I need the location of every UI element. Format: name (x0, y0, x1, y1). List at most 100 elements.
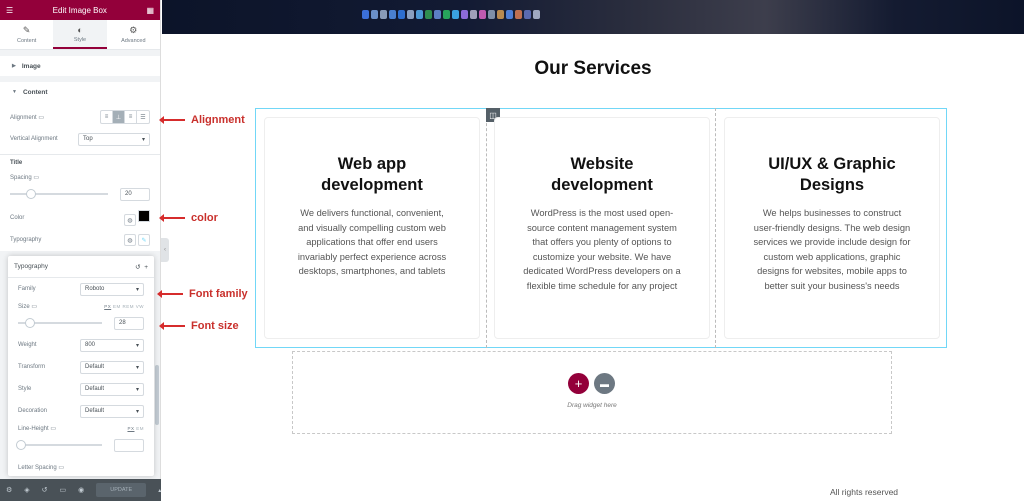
slider-handle[interactable] (25, 189, 36, 199)
align-right-icon[interactable]: ≡ (125, 111, 137, 123)
dock-app-icon (389, 10, 396, 19)
section-image[interactable]: ▶ Image (0, 56, 160, 76)
dock-app-icon (380, 10, 387, 19)
transform-select[interactable]: Default ▾ (80, 360, 144, 374)
tab-advanced[interactable]: ⚙ Advanced (107, 20, 160, 49)
weight-label: Weight (18, 342, 37, 348)
family-select[interactable]: Roboto ▾ (80, 282, 144, 296)
service-card[interactable]: Website development WordPress is the mos… (494, 117, 710, 339)
align-left-icon[interactable]: ≡ (101, 111, 113, 123)
plus-icon[interactable]: + (144, 264, 148, 271)
decoration-select[interactable]: Default ▾ (80, 404, 144, 418)
caret-right-icon: ▶ (12, 63, 16, 69)
reset-icon[interactable]: ↺ (135, 264, 140, 271)
hamburger-menu-icon[interactable]: ☰ (6, 6, 13, 15)
chevron-down-icon: ▾ (135, 364, 139, 371)
slider-handle[interactable] (16, 440, 26, 450)
line-height-control (16, 434, 144, 456)
tab-style[interactable]: ◐ Style (53, 20, 107, 49)
card-title: Web app development (321, 155, 423, 194)
tab-content[interactable]: ✎ Content (0, 20, 53, 49)
annotation-text: Alignment (191, 114, 245, 126)
unit-vw[interactable]: VW (136, 304, 144, 309)
dock-app-icon (470, 10, 477, 19)
annotation-font-size: Font size (159, 320, 239, 332)
unit-rem[interactable]: REM (122, 304, 134, 309)
globe-icon[interactable]: ◍ (124, 234, 136, 246)
section-label: Image (21, 62, 41, 70)
history-icon[interactable]: ↺ (42, 486, 48, 494)
style-select[interactable]: Default ▾ (80, 382, 144, 396)
widgets-grid-icon[interactable]: ▦ (146, 6, 154, 15)
tab-label: Content (17, 38, 37, 44)
unit-px[interactable]: PX (127, 426, 134, 431)
select-value: Default (85, 364, 105, 370)
chevron-down-icon: ▾ (141, 136, 145, 143)
slider-handle[interactable] (24, 318, 35, 328)
caret-down-icon: ▼ (12, 89, 17, 95)
update-label: UPDATE (110, 487, 133, 493)
size-slider[interactable] (18, 318, 102, 328)
spacing-control: 20 (10, 183, 150, 205)
service-card[interactable]: Web app development We delivers function… (264, 117, 480, 339)
card-text: WordPress is the most used open-source c… (523, 208, 681, 291)
unit-em[interactable]: EM (113, 304, 121, 309)
dock-app-icon (497, 10, 504, 19)
dock-app-icon (506, 10, 513, 19)
desktop-icon: ▭ (58, 464, 65, 471)
panel-footer: ⚙ ◈ ↺ ▭ ◉ UPDATE ▴ (0, 479, 161, 501)
alignment-label: Alignment (10, 114, 37, 121)
chevron-down-icon: ▾ (135, 286, 139, 293)
line-height-units: PX EM (127, 426, 144, 431)
align-justify-icon[interactable]: ☰ (137, 111, 149, 123)
pencil-icon: ✎ (22, 25, 31, 35)
line-height-input[interactable] (114, 438, 144, 452)
collapse-panel-toggle[interactable]: ‹ (161, 238, 169, 262)
update-options-caret-icon[interactable]: ▴ (158, 487, 161, 494)
add-section-plus-icon[interactable]: + (568, 373, 589, 394)
spacing-input[interactable]: 20 (120, 187, 150, 201)
popover-title: Typography (14, 263, 48, 270)
content-controls: Alignment ▭ ≡ ⊥ ≡ ☰ Vertical Alignment T… (0, 102, 160, 251)
card-title: UI/UX & Graphic Designs (768, 155, 896, 194)
weight-select[interactable]: 800 ▾ (80, 338, 144, 352)
red-arrow-icon (159, 116, 185, 124)
style-control: Style Default ▾ (18, 378, 144, 400)
card-text: We helps businesses to construct user-fr… (753, 208, 911, 291)
settings-gear-icon[interactable]: ⚙ (6, 486, 12, 494)
red-arrow-icon (157, 290, 183, 298)
service-card[interactable]: UI/UX & Graphic Designs We helps busines… (724, 117, 940, 339)
card-title: Website development (551, 155, 653, 194)
select-value: 800 (85, 342, 96, 348)
color-label: Color (10, 215, 25, 221)
transform-label: Transform (18, 364, 46, 370)
responsive-mode-icon[interactable]: ▭ (60, 486, 67, 494)
globe-icon[interactable]: ◍ (124, 214, 136, 227)
spacing-slider[interactable] (10, 189, 108, 199)
chevron-down-icon: ▾ (135, 342, 139, 349)
navigator-layers-icon[interactable]: ◈ (24, 486, 29, 494)
unit-em[interactable]: EM (136, 426, 144, 431)
section-label: Content (22, 88, 48, 96)
desktop-icon: ▭ (31, 303, 38, 310)
red-arrow-icon (159, 214, 185, 222)
color-swatch[interactable] (138, 209, 150, 222)
dropzone-buttons: + ▬ (568, 373, 615, 394)
column-divider (486, 108, 487, 348)
template-folder-icon[interactable]: ▬ (594, 373, 615, 394)
section-content[interactable]: ▼ Content (0, 82, 160, 102)
panel-tabs: ✎ Content ◐ Style ⚙ Advanced (0, 20, 160, 50)
edit-pencil-icon[interactable]: ✎ (138, 234, 150, 246)
preview-eye-icon[interactable]: ◉ (78, 486, 84, 494)
update-button[interactable]: UPDATE (96, 483, 147, 497)
panel-scrollbar[interactable] (155, 365, 159, 425)
color-control: Color ◍ (10, 207, 150, 229)
vertical-alignment-select[interactable]: Top ▾ (78, 132, 150, 146)
line-height-slider[interactable] (16, 440, 102, 450)
unit-px[interactable]: PX (104, 304, 111, 309)
align-top-icon[interactable]: ⊥ (113, 111, 125, 123)
tab-label: Style (73, 36, 87, 43)
select-value: Default (85, 386, 105, 392)
typography-label: Typography (10, 237, 42, 243)
size-input[interactable]: 28 (114, 316, 144, 330)
